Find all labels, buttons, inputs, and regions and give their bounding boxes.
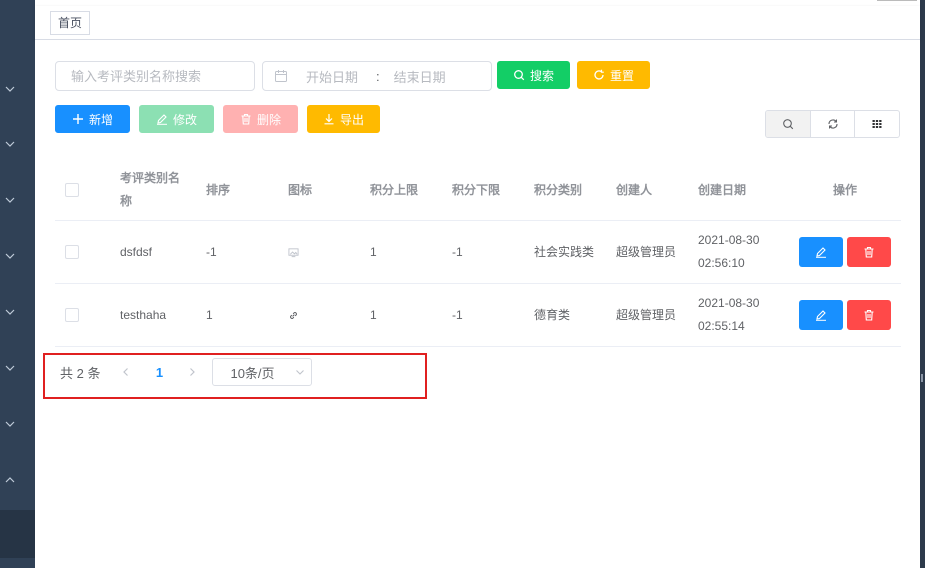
cell-sort: 1 (206, 307, 213, 322)
highlight-box (43, 353, 427, 399)
edit-button-label: 修改 (172, 112, 197, 127)
edit-button[interactable]: 修改 (139, 105, 214, 133)
chevron-down-icon[interactable] (0, 251, 20, 261)
cell-min-score: -1 (452, 307, 463, 322)
export-button[interactable]: 导出 (307, 105, 380, 133)
table-row[interactable]: testhaha 1 1 -1 德育类 超级管理员 2021-08-30 02:5… (55, 284, 901, 347)
delete-button[interactable]: 删除 (223, 105, 298, 133)
add-button[interactable]: 新增 (55, 105, 130, 133)
cell-actions (789, 221, 901, 283)
sidebar-item-active[interactable] (0, 510, 35, 558)
search-button[interactable]: 搜索 (497, 61, 570, 89)
tags-view: 首页 (35, 6, 920, 40)
header-icon: 图标 (288, 182, 313, 197)
range-separator: : (376, 68, 380, 84)
reset-button[interactable]: 重置 (577, 61, 650, 89)
add-button-label: 新增 (88, 112, 113, 127)
row-edit-button[interactable] (799, 237, 843, 267)
refresh-icon (594, 69, 604, 80)
right-edge (920, 0, 925, 568)
columns-button[interactable] (854, 111, 899, 137)
header-actions: 操作 (832, 182, 857, 197)
edit-icon (816, 310, 826, 321)
search-icon (514, 70, 525, 81)
row-checkbox[interactable] (65, 308, 79, 322)
cell-score-type: 社会实践类 (534, 244, 595, 259)
cell-icon (288, 284, 348, 346)
table-header: 考评类别名称 排序 图标 积分上限 积分下限 积分类别 创建人 创建日期 操作 (55, 160, 901, 221)
header-min-score: 积分下限 (452, 182, 501, 197)
refresh-button[interactable] (809, 111, 855, 137)
cell-min-score: -1 (452, 244, 463, 259)
cell-created-date: 2021-08-30 02:56:10 (698, 221, 778, 283)
header-max-score: 积分上限 (370, 182, 419, 197)
search-input[interactable] (55, 61, 255, 91)
trash-icon (864, 309, 874, 321)
toggle-search-button[interactable] (766, 111, 810, 137)
trash-icon (241, 113, 251, 125)
refresh-icon (827, 119, 838, 129)
cell-score-type: 德育类 (534, 307, 571, 322)
chevron-down-icon[interactable] (0, 363, 20, 373)
cell-time: 02:55:14 (698, 319, 745, 333)
chevron-down-icon[interactable] (0, 195, 20, 205)
plus-icon (72, 114, 83, 124)
cell-name: testhaha (120, 307, 167, 322)
cell-time: 02:56:10 (698, 256, 745, 270)
header-score-type: 积分类别 (534, 182, 583, 197)
edit-icon (156, 114, 167, 125)
cell-max-score: 1 (370, 307, 377, 322)
cell-date: 2021-08-30 (698, 233, 760, 247)
header-created-date: 创建日期 (698, 182, 747, 197)
delete-button-label: 删除 (256, 112, 281, 127)
header-name: 考评类别名称 (120, 171, 181, 208)
cell-sort: -1 (206, 244, 217, 259)
edit-icon (816, 247, 826, 258)
chevron-down-icon[interactable] (0, 419, 20, 429)
row-checkbox-cell (65, 284, 95, 346)
chevron-down-icon[interactable] (0, 307, 20, 317)
chevron-down-icon[interactable] (0, 84, 20, 94)
cell-creator: 超级管理员 (616, 307, 677, 322)
calendar-icon (275, 70, 287, 82)
end-date-placeholder: 结束日期 (393, 69, 446, 85)
trash-icon (864, 246, 874, 258)
cell-created-date: 2021-08-30 02:55:14 (698, 284, 778, 346)
sidebar (0, 0, 35, 568)
download-icon (324, 114, 334, 125)
navbar-item (877, 0, 917, 1)
cell-creator: 超级管理员 (616, 244, 677, 259)
row-checkbox[interactable] (65, 245, 79, 259)
scroll-marker (921, 374, 923, 382)
date-range-picker[interactable]: 开始日期 : 结束日期 (262, 61, 492, 91)
start-date-placeholder: 开始日期 (306, 69, 359, 85)
cell-name: dsfdsf (120, 244, 153, 259)
table-tools (765, 110, 900, 138)
image-icon (288, 247, 299, 257)
tag-home[interactable]: 首页 (50, 11, 91, 35)
row-delete-button[interactable] (847, 237, 891, 267)
search-button-label: 搜索 (529, 68, 554, 83)
cell-date: 2021-08-30 (698, 296, 760, 310)
chevron-down-icon[interactable] (0, 139, 20, 149)
main-content: 开始日期 : 结束日期 搜索 重置 新增 修改 删除 导出 (35, 40, 920, 568)
row-checkbox-cell (65, 221, 95, 283)
export-button-label: 导出 (339, 112, 364, 127)
header-creator: 创建人 (616, 182, 653, 197)
reset-button-label: 重置 (609, 68, 634, 83)
header-sort: 排序 (206, 182, 231, 197)
cell-max-score: 1 (370, 244, 377, 259)
chevron-up-icon[interactable] (0, 475, 20, 485)
select-all-checkbox[interactable] (65, 183, 79, 197)
grid-icon (872, 120, 882, 128)
cell-icon (288, 221, 348, 283)
link-icon (290, 311, 297, 319)
row-edit-button[interactable] (799, 300, 843, 330)
header-checkbox-cell (65, 160, 95, 220)
table-row[interactable]: dsfdsf -1 1 -1 社会实践类 超级管理员 2021-08-30 02:… (55, 221, 901, 284)
data-table: 考评类别名称 排序 图标 积分上限 积分下限 积分类别 创建人 创建日期 操作 … (55, 160, 901, 347)
row-delete-button[interactable] (847, 300, 891, 330)
search-icon (782, 119, 794, 130)
cell-actions (789, 284, 901, 346)
